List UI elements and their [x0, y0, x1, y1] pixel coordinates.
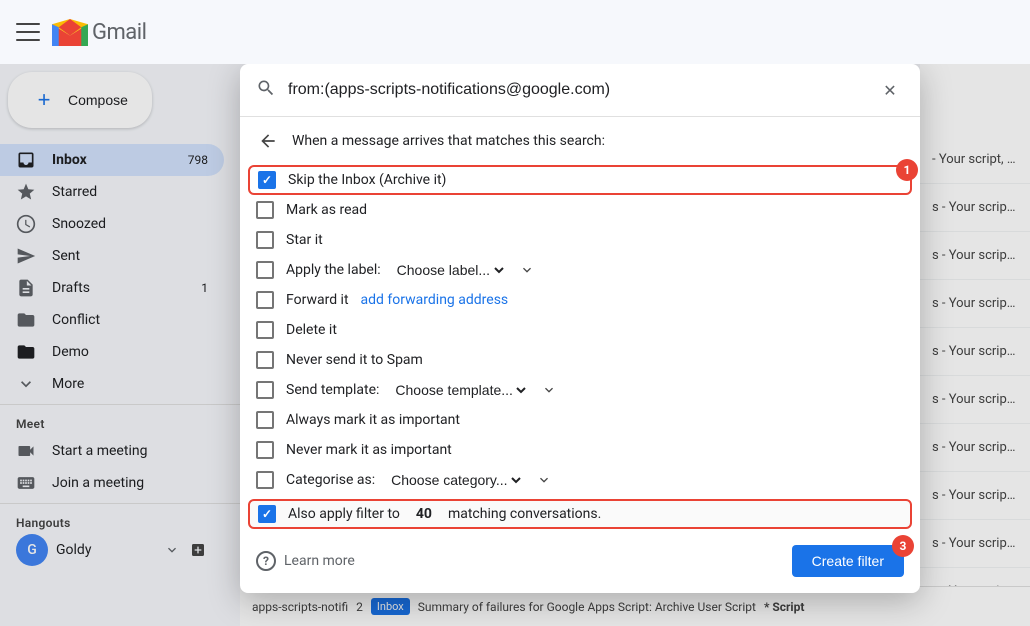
category-select[interactable]: Choose category...	[387, 471, 524, 489]
filter-row-delete: Delete it	[256, 315, 904, 345]
label-dropdown-icon	[519, 262, 535, 278]
filter-row-forward: Forward it add forwarding address	[256, 285, 904, 315]
mark-read-label: Mark as read	[286, 202, 367, 218]
filter-dialog: ✕ When a message arrives that matches th…	[240, 64, 920, 593]
never-spam-checkbox[interactable]	[256, 351, 274, 369]
filter-row-apply-label: Apply the label: Choose label...	[256, 255, 904, 285]
filter-options: Skip the Inbox (Archive it) 1 Mark as re…	[240, 165, 920, 529]
main-layout: + Compose Inbox 798 Starred Snoozed	[0, 64, 1030, 626]
menu-icon[interactable]	[16, 20, 40, 44]
filter-footer: ? Learn more Create filter 3	[240, 533, 920, 593]
template-checkbox[interactable]	[256, 381, 274, 399]
apply-label-checkbox[interactable]	[256, 261, 274, 279]
filter-row-mark-read: Mark as read	[256, 195, 904, 225]
category-dropdown-icon	[536, 472, 552, 488]
also-apply-prefix: Also apply filter to	[288, 506, 400, 522]
template-select[interactable]: Choose template...	[391, 381, 529, 399]
template-dropdown-icon	[541, 382, 557, 398]
never-spam-label: Never send it to Spam	[286, 352, 423, 368]
skip-inbox-label: Skip the Inbox (Archive it)	[288, 172, 446, 188]
top-bar: Gmail	[0, 0, 1030, 64]
never-important-checkbox[interactable]	[256, 441, 274, 459]
forward-label: Forward it	[286, 292, 349, 308]
filter-header: When a message arrives that matches this…	[240, 117, 920, 165]
apply-label-text: Apply the label:	[286, 262, 381, 278]
search-input[interactable]	[288, 81, 864, 99]
also-apply-count: 40	[416, 506, 432, 522]
add-forwarding-address-link[interactable]: add forwarding address	[361, 292, 509, 308]
star-checkbox[interactable]	[256, 231, 274, 249]
star-label: Star it	[286, 232, 323, 248]
mark-read-checkbox[interactable]	[256, 201, 274, 219]
step-1-badge: 1	[896, 159, 918, 181]
delete-checkbox[interactable]	[256, 321, 274, 339]
gmail-m-icon	[52, 19, 88, 46]
also-apply-checkbox[interactable]	[258, 505, 276, 523]
always-important-checkbox[interactable]	[256, 411, 274, 429]
skip-inbox-checkbox[interactable]	[258, 171, 276, 189]
create-filter-button[interactable]: Create filter	[792, 545, 904, 577]
close-dialog-button[interactable]: ✕	[876, 76, 904, 104]
help-icon: ?	[256, 551, 276, 571]
back-button[interactable]	[256, 129, 280, 153]
filter-row-star: Star it	[256, 225, 904, 255]
learn-more-text: Learn more	[284, 553, 355, 569]
gmail-label: Gmail	[92, 20, 146, 45]
categorise-label: Categorise as:	[286, 472, 375, 488]
delete-label: Delete it	[286, 322, 337, 338]
label-select[interactable]: Choose label...	[393, 261, 507, 279]
categorise-checkbox[interactable]	[256, 471, 274, 489]
search-icon	[256, 78, 276, 103]
forward-checkbox[interactable]	[256, 291, 274, 309]
filter-row-never-important: Never mark it as important	[256, 435, 904, 465]
step-3-badge: 3	[892, 535, 914, 557]
filter-row-skip-inbox: Skip the Inbox (Archive it) 1	[248, 165, 912, 195]
always-important-label: Always mark it as important	[286, 412, 460, 428]
filter-row-categorise: Categorise as: Choose category...	[256, 465, 904, 495]
filter-header-text: When a message arrives that matches this…	[292, 133, 605, 149]
gmail-logo: Gmail	[52, 19, 146, 46]
search-bar: ✕	[240, 64, 920, 117]
filter-row-template: Send template: Choose template...	[256, 375, 904, 405]
template-label: Send template:	[286, 382, 379, 398]
create-filter-wrapper: Create filter 3	[792, 545, 904, 577]
also-apply-suffix: matching conversations.	[448, 506, 601, 522]
filter-row-never-spam: Never send it to Spam	[256, 345, 904, 375]
filter-row-also-apply: Also apply filter to 40 matching convers…	[248, 499, 912, 529]
learn-more-link[interactable]: ? Learn more	[256, 551, 355, 571]
never-important-label: Never mark it as important	[286, 442, 452, 458]
filter-row-always-important: Always mark it as important	[256, 405, 904, 435]
